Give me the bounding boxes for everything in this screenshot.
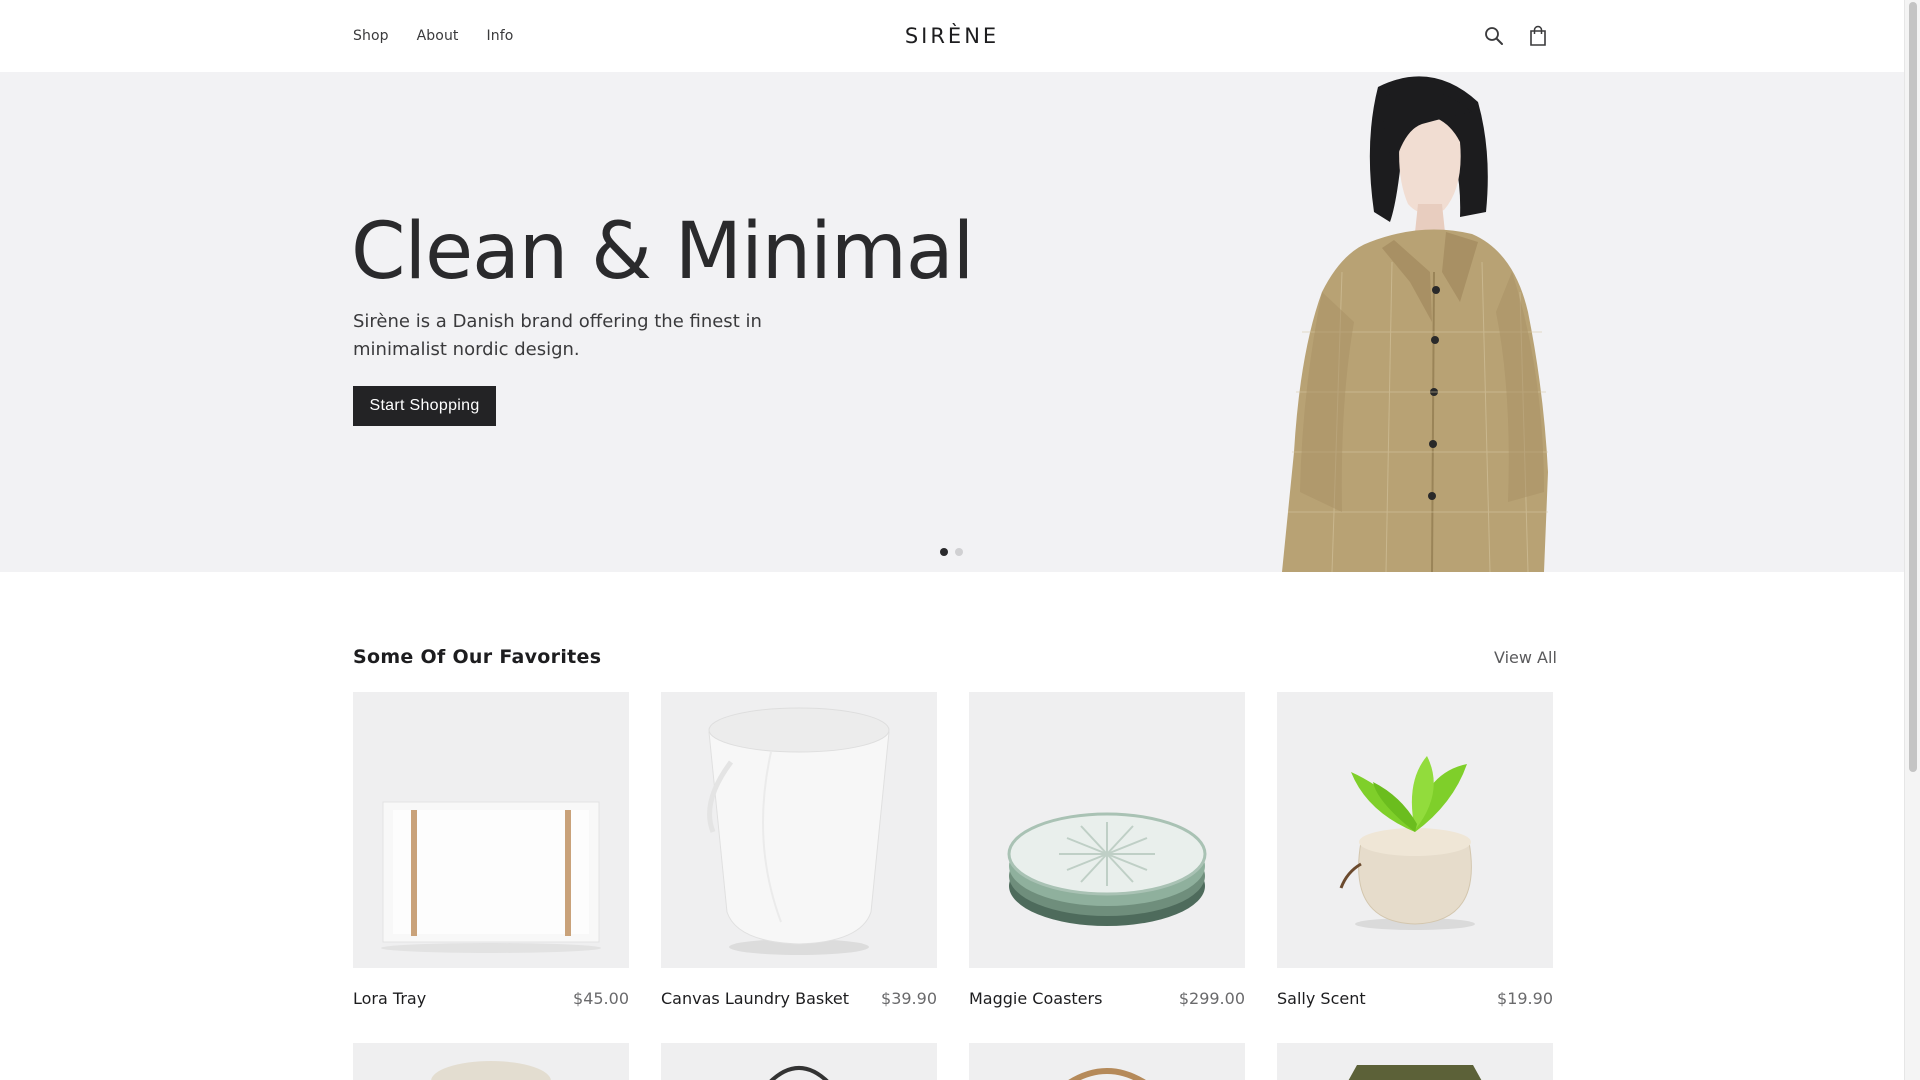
product-price: $299.00 (1178, 989, 1245, 1008)
product-price: $39.90 (881, 989, 937, 1008)
product-name[interactable]: Maggie Coasters (969, 989, 1102, 1008)
product-image-partial[interactable] (1277, 1043, 1553, 1080)
product-card[interactable]: Canvas Laundry Basket $39.90 (661, 692, 937, 1008)
carousel-dots (940, 548, 963, 556)
product-image-maggie-coasters[interactable] (969, 692, 1245, 968)
product-image-lora-tray[interactable] (353, 692, 629, 968)
product-image-sally-scent[interactable] (1277, 692, 1553, 968)
nav-info[interactable]: Info (487, 28, 514, 44)
product-card[interactable]: Lora Tray $45.00 (353, 692, 629, 1008)
hero-subtitle: Sirène is a Danish brand offering the fi… (353, 311, 762, 360)
product-card[interactable]: Maggie Coasters $299.00 (969, 692, 1245, 1008)
scrollbar[interactable] (1904, 0, 1920, 1080)
carousel-dot-2[interactable] (955, 548, 963, 556)
product-name[interactable]: Canvas Laundry Basket (661, 989, 849, 1008)
hero-model-image (1282, 76, 1548, 572)
product-name[interactable]: Lora Tray (353, 989, 426, 1008)
product-name[interactable]: Sally Scent (1277, 989, 1366, 1008)
site-header: Shop About Info SIRÈNE (0, 0, 1904, 72)
shopping-bag-icon[interactable] (1527, 24, 1549, 48)
logo-wrapper: SIRÈNE (0, 0, 1904, 72)
product-image-partial[interactable] (353, 1043, 629, 1080)
start-shopping-button[interactable]: Start Shopping (353, 386, 496, 426)
hero-title: Clean & Minimal (351, 207, 974, 297)
brand-logo[interactable]: SIRÈNE (905, 24, 999, 48)
product-price: $19.90 (1497, 989, 1553, 1008)
nav-shop[interactable]: Shop (353, 28, 389, 44)
product-image-partial[interactable] (661, 1043, 937, 1080)
carousel-dot-1[interactable] (940, 548, 948, 556)
hero-banner: Clean & Minimal Sirène is a Danish brand… (0, 72, 1904, 572)
scrollbar-thumb[interactable] (1909, 2, 1917, 772)
favorites-title: Some Of Our Favorites (353, 646, 602, 668)
product-image-partial[interactable] (969, 1043, 1245, 1080)
product-card[interactable]: Sally Scent $19.90 (1277, 692, 1553, 1008)
nav-about[interactable]: About (417, 28, 459, 44)
main-nav: Shop About Info (353, 0, 513, 72)
view-all-link[interactable]: View All (1494, 648, 1557, 667)
search-icon[interactable] (1483, 24, 1505, 48)
product-image-canvas-laundry-basket[interactable] (661, 692, 937, 968)
product-price: $45.00 (573, 989, 629, 1008)
header-actions (1483, 24, 1549, 48)
